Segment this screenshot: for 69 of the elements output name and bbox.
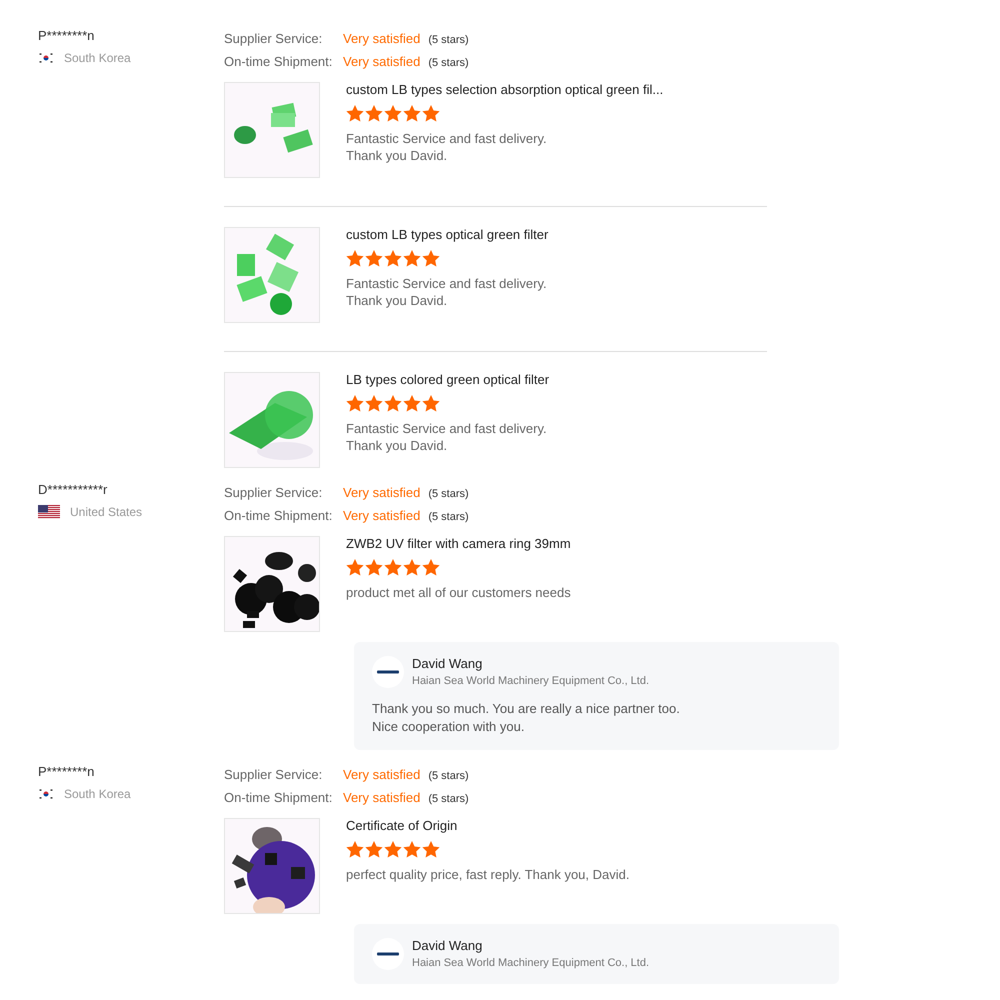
rating-label: On-time Shipment: bbox=[224, 789, 334, 807]
flag-icon bbox=[38, 788, 54, 800]
star-icon bbox=[365, 250, 383, 267]
replier-name: David Wang bbox=[412, 656, 484, 671]
star-icon bbox=[384, 559, 402, 576]
rating-stars-text: (5 stars) bbox=[428, 56, 469, 71]
country-name: United States bbox=[70, 505, 142, 519]
review-comment: perfect quality price, fast reply. Thank you, David. bbox=[346, 866, 630, 883]
product-title[interactable]: LB types colored green optical filter bbox=[346, 372, 550, 387]
reply-text: Thank you so much. You are really a nice partner too. Nice cooperation with you. bbox=[372, 700, 681, 736]
rating-value: Very satisfied bbox=[343, 507, 420, 525]
rating-label: Supplier Service: bbox=[224, 484, 324, 502]
rating-stars-text: (5 stars) bbox=[428, 510, 469, 525]
rating-label: Supplier Service: bbox=[224, 30, 324, 48]
star-icon bbox=[422, 250, 440, 267]
rating-value: Very satisfied bbox=[343, 53, 420, 71]
star-icon bbox=[403, 105, 421, 122]
rating-value: Very satisfied bbox=[343, 484, 420, 502]
product-title[interactable]: Certificate of Origin bbox=[346, 818, 630, 833]
star-icon bbox=[422, 395, 440, 412]
review-comment: Fantastic Service and fast delivery. Thank you David. bbox=[346, 420, 548, 454]
rating-value: Very satisfied bbox=[343, 30, 420, 48]
company-name: Haian Sea World Machinery Equipment Co., Ltd. bbox=[412, 957, 650, 969]
star-icon bbox=[403, 395, 421, 412]
buyer-name: P********n bbox=[38, 28, 96, 43]
review-comment: product met all of our customers needs bbox=[346, 584, 571, 601]
star-icon bbox=[346, 559, 364, 576]
flag-icon bbox=[38, 505, 60, 519]
rating-stars-text: (5 stars) bbox=[428, 33, 469, 48]
product-title[interactable]: ZWB2 UV filter with camera ring 39mm bbox=[346, 536, 571, 551]
star-icon bbox=[384, 395, 402, 412]
rating-stars-text: (5 stars) bbox=[428, 769, 469, 784]
star-icon bbox=[346, 841, 364, 858]
country-name: South Korea bbox=[64, 51, 131, 65]
country-name: South Korea bbox=[64, 787, 131, 801]
flag-icon bbox=[38, 52, 54, 64]
logo-icon bbox=[372, 938, 404, 970]
buyer-name: D***********r bbox=[38, 482, 108, 497]
rating-value: Very satisfied bbox=[343, 766, 420, 784]
buyer-name: P********n bbox=[38, 764, 96, 779]
rating-value: Very satisfied bbox=[343, 789, 420, 807]
star-icon bbox=[384, 105, 402, 122]
star-icon bbox=[346, 395, 364, 412]
rating-label: On-time Shipment: bbox=[224, 53, 334, 71]
star-icon bbox=[346, 250, 364, 267]
review-comment: Fantastic Service and fast delivery. Thank you David. bbox=[346, 275, 548, 309]
star-icon bbox=[365, 559, 383, 576]
star-icon bbox=[403, 841, 421, 858]
star-icon bbox=[422, 105, 440, 122]
star-icon bbox=[422, 841, 440, 858]
star-icon bbox=[365, 395, 383, 412]
star-icon bbox=[384, 250, 402, 267]
star-icon bbox=[346, 105, 364, 122]
logo-icon bbox=[372, 656, 404, 688]
review-comment: Fantastic Service and fast delivery. Thank you David. bbox=[346, 130, 548, 164]
star-icon bbox=[422, 559, 440, 576]
rating-label: Supplier Service: bbox=[224, 766, 324, 784]
company-name: Haian Sea World Machinery Equipment Co., Ltd. bbox=[412, 675, 650, 687]
product-title[interactable]: custom LB types selection absorption optical green fil... bbox=[346, 82, 664, 97]
replier-name: David Wang bbox=[412, 938, 484, 953]
star-icon bbox=[403, 250, 421, 267]
star-icon bbox=[365, 105, 383, 122]
star-icon bbox=[403, 559, 421, 576]
rating-label: On-time Shipment: bbox=[224, 507, 334, 525]
product-title[interactable]: custom LB types optical green filter bbox=[346, 227, 548, 242]
rating-stars-text: (5 stars) bbox=[428, 487, 469, 502]
star-icon bbox=[365, 841, 383, 858]
rating-stars-text: (5 stars) bbox=[428, 792, 469, 807]
star-icon bbox=[384, 841, 402, 858]
